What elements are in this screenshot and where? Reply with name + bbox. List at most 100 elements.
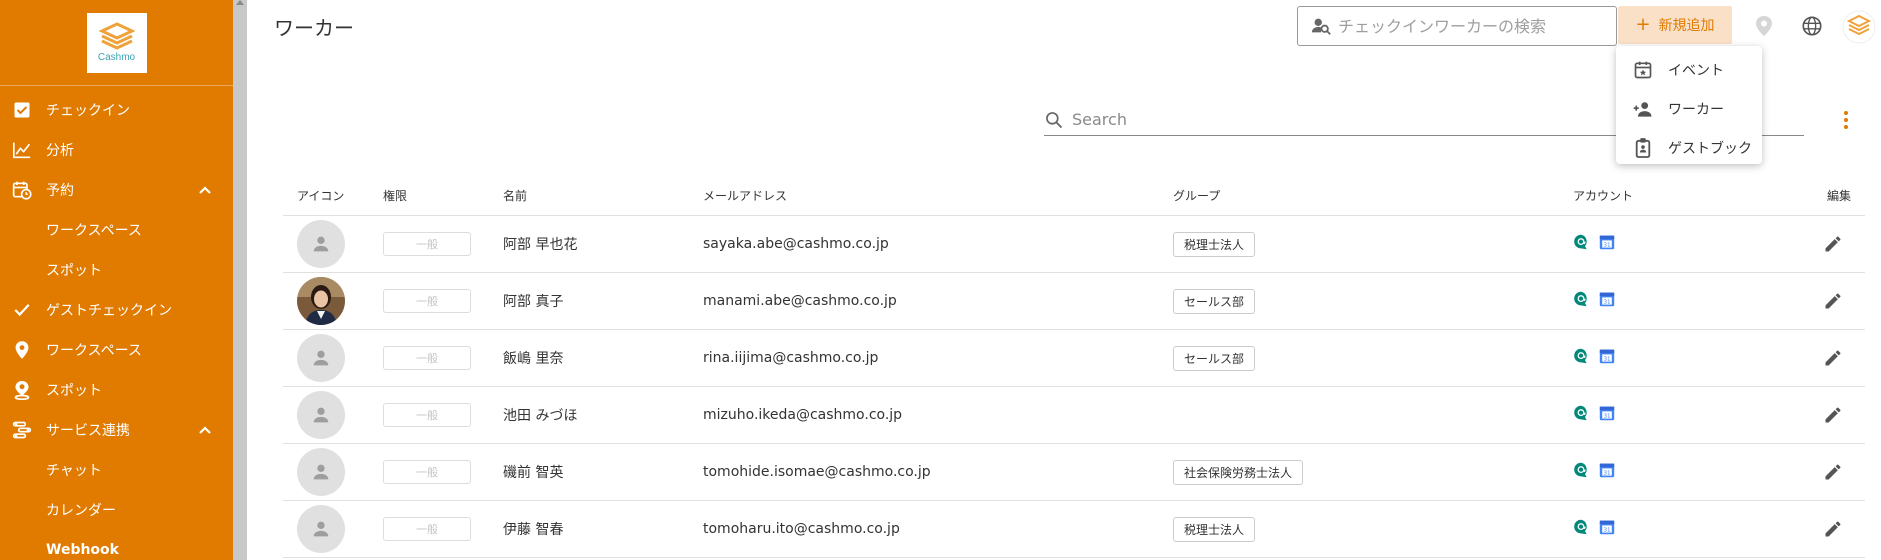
cell-role: 一般 [383,403,503,427]
cell-account: 31 [1573,462,1793,482]
cashmo-logo[interactable]: Cashmo [86,12,147,73]
sidebar-item-5[interactable]: ゲストチェックイン [0,290,233,330]
sidebar-item-label: チャット [46,463,102,479]
cell-role: 一般 [383,460,503,484]
more-options-icon[interactable] [1836,108,1856,132]
cell-account: 31 [1573,234,1793,254]
cell-role: 一般 [383,346,503,370]
dropdown-item-1[interactable]: ワーカー [1616,89,1762,128]
default-person-icon [297,220,345,268]
sidebar: Cashmo チェックイン 分析 予約 ワークスペース スポット ゲストチェックイン ワーク… [0,0,233,560]
badge-icon [1632,137,1654,159]
cell-icon [283,505,383,553]
col-header-account[interactable]: アカウント [1573,187,1793,204]
checkbox-icon [12,100,32,120]
cell-group: 税理士法人 [1173,516,1573,542]
dropdown-item-2[interactable]: ゲストブック [1616,128,1762,167]
page-title: ワーカー [274,16,354,40]
sidebar-item-9[interactable]: チャット [0,450,233,490]
dropdown-item-0[interactable]: イベント [1616,50,1762,89]
event-star-icon [1632,59,1654,81]
logo-text: Cashmo [97,52,136,63]
cell-edit [1793,346,1865,370]
account-avatar[interactable] [1842,10,1876,44]
col-header-email[interactable]: メールアドレス [703,187,1173,204]
edit-pencil-icon[interactable] [1821,289,1845,313]
cell-account: 31 [1573,348,1793,368]
sidebar-nav: チェックイン 分析 予約 ワークスペース スポット ゲストチェックイン ワークスペース スポッ… [0,86,233,560]
sidebar-item-7[interactable]: スポット [0,370,233,410]
edit-pencil-icon[interactable] [1821,346,1845,370]
svg-text:31: 31 [1603,356,1611,362]
sidebar-item-1[interactable]: 分析 [0,130,233,170]
add-new-dropdown: イベントワーカーゲストブック [1616,46,1762,164]
sidebar-item-6[interactable]: ワークスペース [0,330,233,370]
workers-table: アイコン 権限 名前 メールアドレス グループ アカウント 編集 一般 阿部 早也… [283,176,1865,558]
cell-group: 社会保険労務士法人 [1173,459,1573,485]
group-chip: セールス部 [1173,345,1256,371]
dropdown-item-label: ワーカー [1668,101,1724,118]
role-badge: 一般 [383,517,471,541]
chevron-up-icon[interactable] [197,422,213,438]
chevron-up-icon[interactable] [197,182,213,198]
edit-pencil-icon[interactable] [1821,460,1845,484]
table-body: 一般 阿部 早也花 sayaka.abe@cashmo.co.jp 税理士法人 31 一般… [283,216,1865,558]
sidebar-item-0[interactable]: チェックイン [0,90,233,130]
sidebar-item-4[interactable]: スポット [0,250,233,290]
sidebar-item-10[interactable]: カレンダー [0,490,233,530]
cell-account: 31 [1573,405,1793,425]
table-row[interactable]: 一般 磯前 智英 tomohide.isomae@cashmo.co.jp 社会保険労… [283,444,1865,501]
sidebar-item-3[interactable]: ワークスペース [0,210,233,250]
sidebar-item-11[interactable]: Webhook [0,530,233,560]
cell-account: 31 [1573,519,1793,539]
chart-line-icon [12,140,32,160]
table-header: アイコン 権限 名前 メールアドレス グループ アカウント 編集 [283,176,1865,216]
group-chip: 社会保険労務士法人 [1173,459,1304,485]
sidebar-item-label: スポット [46,263,102,279]
cell-role: 一般 [383,517,503,541]
role-badge: 一般 [383,346,471,370]
globe-icon[interactable] [1800,14,1824,38]
cell-group: 税理士法人 [1173,231,1573,257]
chat-service-icon [1573,405,1589,425]
cell-edit [1793,517,1865,541]
cell-edit [1793,403,1865,427]
location-off-icon[interactable] [1752,14,1776,38]
sidebar-item-8[interactable]: サービス連携 [0,410,233,450]
add-new-button[interactable]: + 新規追加 [1618,6,1732,44]
checkin-worker-search[interactable] [1297,6,1617,46]
default-person-icon [297,448,345,496]
check-icon [12,300,32,320]
edit-pencil-icon[interactable] [1821,232,1845,256]
sidebar-item-2[interactable]: 予約 [0,170,233,210]
default-person-icon [297,334,345,382]
person-search-icon [1311,18,1331,35]
google-calendar-icon: 31 [1599,234,1615,254]
table-row[interactable]: 一般 伊藤 智春 tomoharu.ito@cashmo.co.jp 税理士法人 31 [283,501,1865,558]
col-header-group[interactable]: グループ [1173,187,1573,204]
cell-email: manami.abe@cashmo.co.jp [703,293,897,309]
edit-pencil-icon[interactable] [1821,403,1845,427]
cell-group: セールス部 [1173,345,1573,371]
table-row[interactable]: 一般 池田 みづほ mizuho.ikeda@cashmo.co.jp 31 [283,387,1865,444]
sidebar-item-label: サービス連携 [46,423,130,439]
edit-pencil-icon[interactable] [1821,517,1845,541]
cell-name: 阿部 真子 [503,294,564,310]
col-header-name[interactable]: 名前 [503,187,703,204]
checkin-search-input[interactable] [1338,16,1616,36]
col-header-role[interactable]: 権限 [383,187,503,204]
cell-name: 磯前 智英 [503,465,564,481]
cell-group: セールス部 [1173,288,1573,314]
table-row[interactable]: 一般 阿部 早也花 sayaka.abe@cashmo.co.jp 税理士法人 31 [283,216,1865,273]
logo-area[interactable]: Cashmo [0,0,233,86]
table-row[interactable]: 一般 阿部 真子 manami.abe@cashmo.co.jp セールス部 31 [283,273,1865,330]
logo-mark-icon [97,22,136,50]
table-row[interactable]: 一般 飯嶋 里奈 rina.iijima@cashmo.co.jp セールス部 31 [283,330,1865,387]
cashmo-avatar-icon [1842,10,1876,44]
sidebar-scrollbar[interactable] [233,0,247,560]
cell-icon [283,220,383,268]
role-badge: 一般 [383,289,471,313]
sidebar-item-label: Webhook [46,542,119,558]
chat-service-icon [1573,234,1589,254]
col-header-icon[interactable]: アイコン [283,187,383,204]
